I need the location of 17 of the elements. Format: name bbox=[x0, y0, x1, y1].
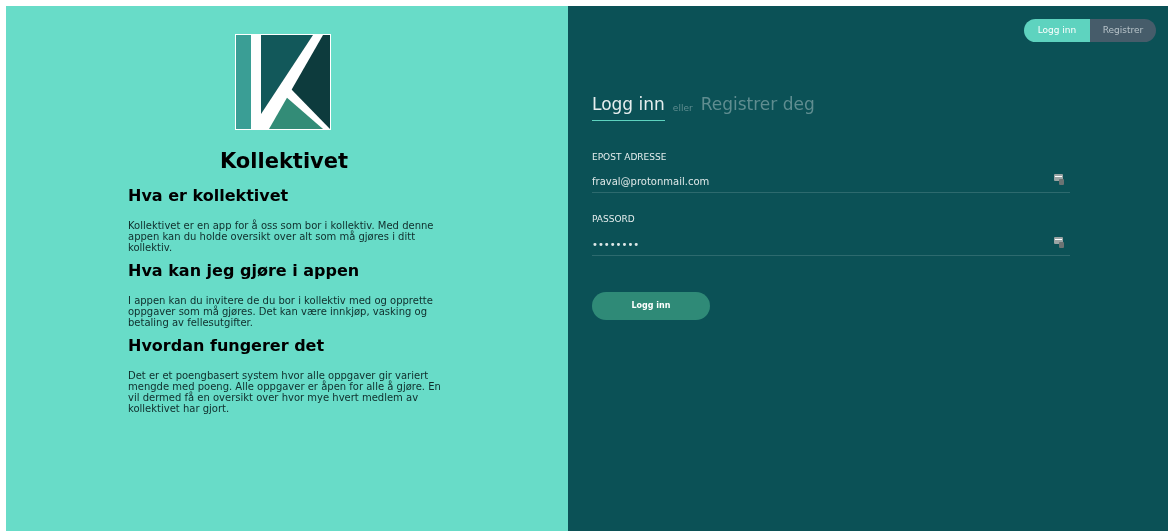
section-text: Det er et poengbasert system hvor alle oppgaver gir variert mengde med poeng. Alle oppgaver er åpen for alle å gjøre. En vil dermed få en oversikt over hvor mye hvert medlem av kollektivet har gjort. bbox=[128, 369, 442, 414]
form-tab[interactable]: Logg inn bbox=[592, 92, 665, 121]
separator-text: eller bbox=[672, 102, 693, 115]
field-label: EPOST ADRESSE bbox=[592, 150, 668, 164]
text-field[interactable]: fraval@protonmail.com bbox=[592, 171, 1070, 193]
section-heading: Hvordan fungerer det bbox=[128, 334, 326, 357]
field-label: PASSORD bbox=[592, 213, 636, 226]
app-title: Kollektivet bbox=[218, 148, 350, 175]
password-manager-icon[interactable] bbox=[1054, 236, 1064, 248]
section-heading: Hva kan jeg gjøre i appen bbox=[128, 259, 361, 282]
form-tab[interactable]: Registrer deg bbox=[700, 92, 815, 121]
section-text: Kollektivet er en app for å oss som bor i kollektiv. Med denne appen kan du holde oversikt over alt som må gjøres i ditt kollektiv. bbox=[128, 219, 435, 253]
section-text: I appen kan du invitere de du bor i kollektiv med og opprette oppgaver som må gjøres. Det kan være innkjøp, vasking og betaling av fellesutgifter. bbox=[128, 294, 434, 328]
login-button[interactable]: Logg inn bbox=[592, 291, 710, 320]
toggle-tab[interactable]: Registrer bbox=[1090, 19, 1156, 42]
password-manager-icon[interactable] bbox=[1054, 174, 1064, 185]
section-heading: Hva er kollektivet bbox=[128, 184, 290, 207]
